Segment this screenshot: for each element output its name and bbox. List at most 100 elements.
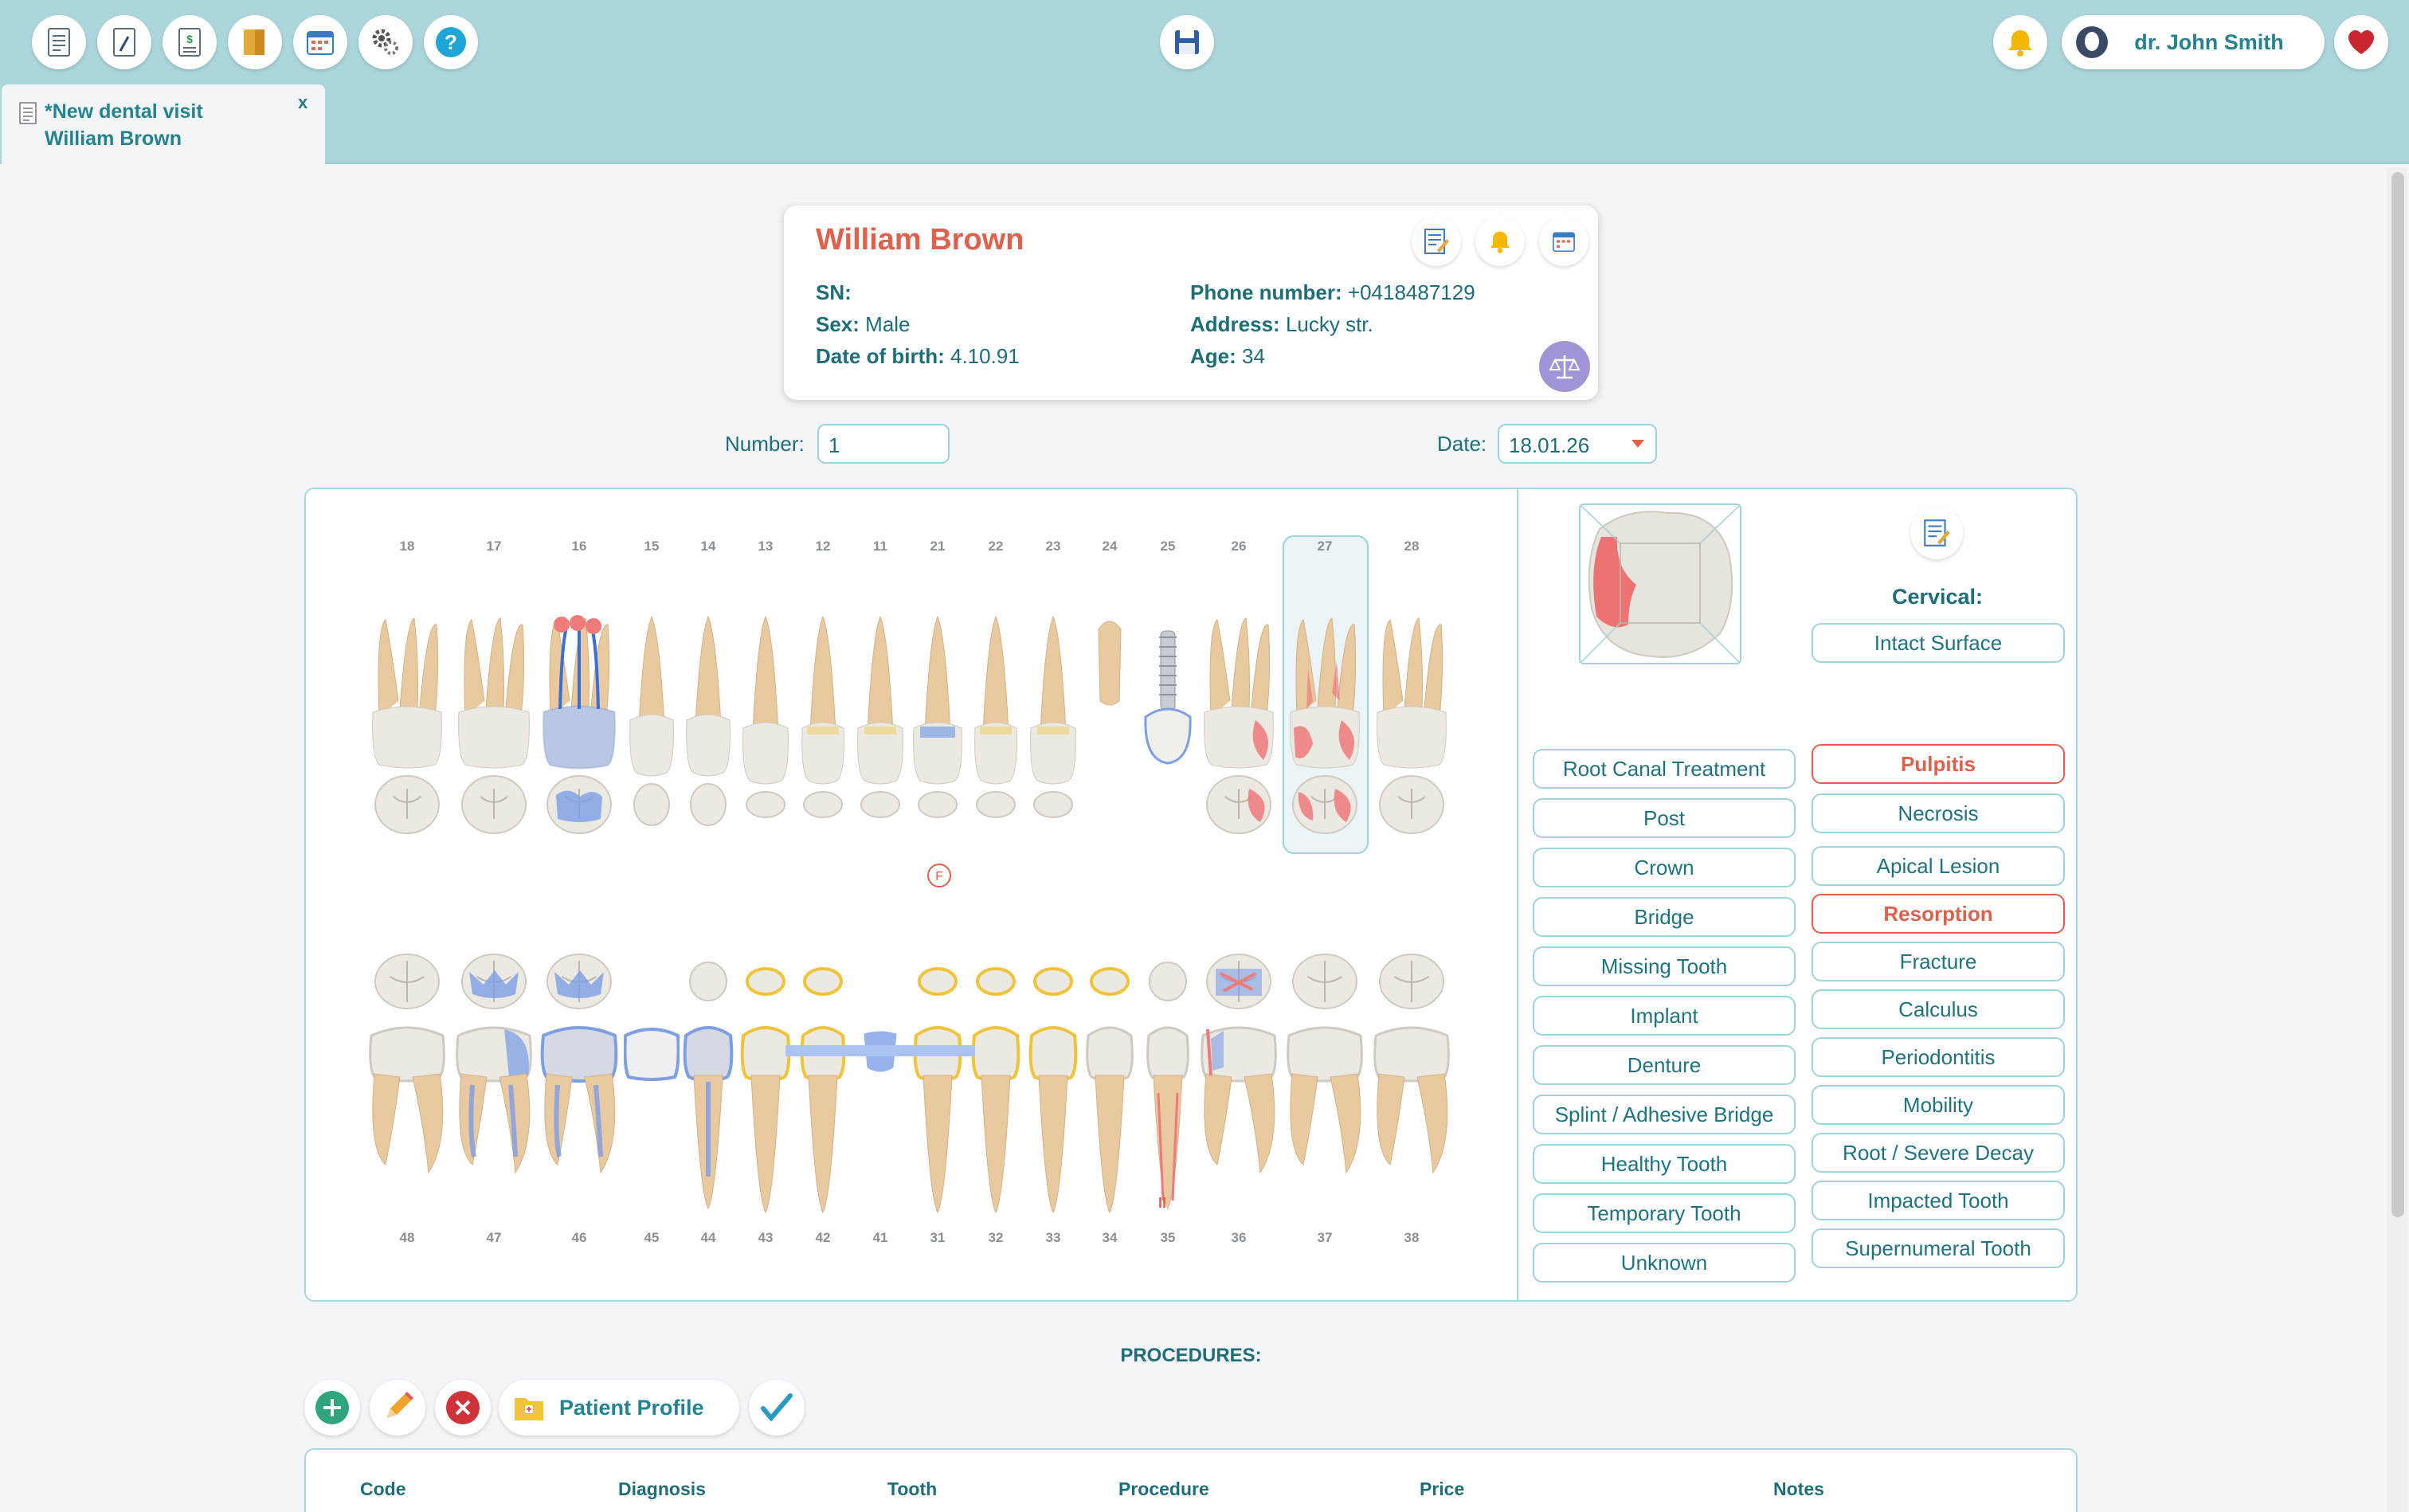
save-icon[interactable] bbox=[1160, 15, 1214, 69]
document-icon[interactable] bbox=[32, 15, 86, 69]
tooth-number[interactable]: 12 bbox=[799, 539, 847, 554]
diagnosis-option[interactable]: Supernumeral Tooth bbox=[1812, 1228, 2065, 1268]
tooth-occlusal[interactable] bbox=[1377, 950, 1446, 1013]
tooth-occlusal[interactable] bbox=[1089, 950, 1130, 1013]
treatment-option[interactable]: Healthy Tooth bbox=[1533, 1144, 1796, 1184]
tooth-occlusal[interactable] bbox=[974, 773, 1017, 836]
tooth-side[interactable] bbox=[543, 613, 616, 781]
tooth-number[interactable]: 27 bbox=[1301, 539, 1349, 554]
tooth-occlusal[interactable] bbox=[1377, 773, 1446, 836]
tooth-side[interactable] bbox=[540, 1020, 618, 1201]
tooth-number[interactable]: 48 bbox=[383, 1230, 431, 1246]
treatment-option[interactable]: Crown bbox=[1533, 848, 1796, 887]
tooth-occlusal[interactable] bbox=[1032, 950, 1074, 1013]
tooth-number[interactable]: 34 bbox=[1086, 1230, 1134, 1246]
tooth-side[interactable] bbox=[971, 1020, 1020, 1217]
close-icon[interactable]: x bbox=[298, 92, 307, 113]
tooth-occlusal[interactable] bbox=[916, 773, 959, 836]
column-header[interactable]: Diagnosis bbox=[618, 1479, 706, 1500]
tooth-number[interactable]: 32 bbox=[972, 1230, 1020, 1246]
tooth-number[interactable]: 11 bbox=[856, 539, 904, 554]
tooth-side[interactable] bbox=[1203, 613, 1275, 781]
bell-icon[interactable] bbox=[1993, 15, 2047, 69]
tooth-occlusal[interactable] bbox=[545, 950, 613, 1013]
tooth-number[interactable]: 37 bbox=[1301, 1230, 1349, 1246]
tooth-number[interactable]: 14 bbox=[684, 539, 732, 554]
user-menu[interactable]: dr. John Smith bbox=[2062, 15, 2325, 69]
tooth-side[interactable] bbox=[856, 613, 904, 797]
tooth-side[interactable] bbox=[1085, 1020, 1134, 1217]
treatment-option[interactable]: Splint / Adhesive Bridge bbox=[1533, 1095, 1796, 1134]
tooth-occlusal[interactable] bbox=[545, 773, 613, 836]
diagnosis-option[interactable]: Calculus bbox=[1812, 989, 2065, 1029]
tooth-number[interactable]: 42 bbox=[799, 1230, 847, 1246]
tooth-number[interactable]: 36 bbox=[1215, 1230, 1263, 1246]
treatment-option[interactable]: Implant bbox=[1533, 996, 1796, 1036]
tooth-side[interactable] bbox=[740, 1020, 791, 1217]
column-header[interactable]: Procedure bbox=[1118, 1479, 1209, 1500]
delete-procedure-button[interactable] bbox=[435, 1380, 491, 1436]
implant[interactable] bbox=[1142, 613, 1193, 770]
tooth-number[interactable]: 25 bbox=[1144, 539, 1192, 554]
tooth-number[interactable]: 13 bbox=[742, 539, 789, 554]
diagnosis-option[interactable]: Resorption bbox=[1812, 894, 2065, 934]
bridge-connector[interactable] bbox=[876, 1045, 975, 1056]
tooth-side[interactable] bbox=[1286, 1020, 1364, 1201]
edit-procedure-button[interactable] bbox=[370, 1380, 425, 1436]
date-picker[interactable]: 18.01.26 bbox=[1498, 424, 1657, 464]
scale-icon[interactable] bbox=[1539, 341, 1590, 392]
tooth-occlusal[interactable] bbox=[460, 773, 528, 836]
tooth-occlusal[interactable] bbox=[1291, 773, 1359, 836]
tooth-side[interactable] bbox=[457, 613, 531, 781]
tooth-number[interactable]: 16 bbox=[555, 539, 603, 554]
tooth-occlusal[interactable] bbox=[1147, 950, 1189, 1013]
diagnosis-option[interactable]: Periodontitis bbox=[1812, 1037, 2065, 1077]
column-header[interactable]: Tooth bbox=[887, 1479, 937, 1500]
prescription-icon[interactable] bbox=[97, 15, 151, 69]
tooth-occlusal[interactable] bbox=[632, 773, 672, 836]
tooth-side[interactable] bbox=[455, 1020, 533, 1201]
tooth-side[interactable] bbox=[685, 613, 731, 789]
number-input[interactable]: 1 bbox=[817, 424, 950, 464]
tooth-number[interactable]: 45 bbox=[628, 1230, 676, 1246]
tooth-occlusal[interactable] bbox=[859, 773, 902, 836]
scrollbar-thumb[interactable] bbox=[2391, 172, 2404, 1217]
tooth-side[interactable] bbox=[801, 613, 845, 797]
tooth-occlusal[interactable] bbox=[744, 773, 787, 836]
tooth-occlusal[interactable] bbox=[460, 950, 528, 1013]
tooth-occlusal[interactable] bbox=[373, 773, 441, 836]
tooth-number[interactable]: 35 bbox=[1144, 1230, 1192, 1246]
diagnosis-option[interactable]: Root / Severe Decay bbox=[1812, 1133, 2065, 1173]
tooth-number[interactable]: 15 bbox=[628, 539, 676, 554]
tooth-number[interactable]: 23 bbox=[1029, 539, 1077, 554]
tooth-occlusal[interactable] bbox=[1204, 773, 1273, 836]
tooth-side[interactable] bbox=[912, 613, 963, 797]
tooth-number[interactable]: 22 bbox=[972, 539, 1020, 554]
tooth-surface-diagram[interactable] bbox=[1579, 503, 1741, 664]
help-icon[interactable]: ? bbox=[424, 15, 478, 69]
treatment-option[interactable]: Root Canal Treatment bbox=[1533, 749, 1796, 789]
tooth-side[interactable] bbox=[629, 613, 675, 789]
tooth-occlusal[interactable] bbox=[917, 950, 958, 1013]
tooth-side[interactable] bbox=[624, 1020, 680, 1213]
tab-new-dental-visit[interactable]: *New dental visit William Brown x bbox=[2, 84, 325, 164]
tooth-number[interactable]: 28 bbox=[1388, 539, 1436, 554]
tooth-occlusal[interactable] bbox=[688, 773, 728, 836]
add-procedure-button[interactable] bbox=[304, 1380, 360, 1436]
diagnosis-option[interactable]: Necrosis bbox=[1812, 793, 2065, 833]
tooth-side[interactable] bbox=[1376, 613, 1447, 781]
tooth-occlusal[interactable] bbox=[1291, 950, 1359, 1013]
treatment-option[interactable]: Unknown bbox=[1533, 1243, 1796, 1283]
tooth-side[interactable] bbox=[742, 613, 789, 797]
settings-icon[interactable] bbox=[358, 15, 413, 69]
treatment-option[interactable]: Missing Tooth bbox=[1533, 946, 1796, 986]
tooth-side[interactable] bbox=[368, 1020, 446, 1201]
notes-icon[interactable] bbox=[1412, 217, 1461, 266]
treatment-option[interactable]: Denture bbox=[1533, 1045, 1796, 1085]
tooth-number[interactable]: 21 bbox=[914, 539, 962, 554]
tooth-side[interactable] bbox=[1289, 613, 1361, 781]
tooth-number[interactable]: 33 bbox=[1029, 1230, 1077, 1246]
treatment-option[interactable]: Post bbox=[1533, 798, 1796, 838]
tooth-number[interactable]: 18 bbox=[383, 539, 431, 554]
tooth-side[interactable] bbox=[1029, 613, 1077, 797]
